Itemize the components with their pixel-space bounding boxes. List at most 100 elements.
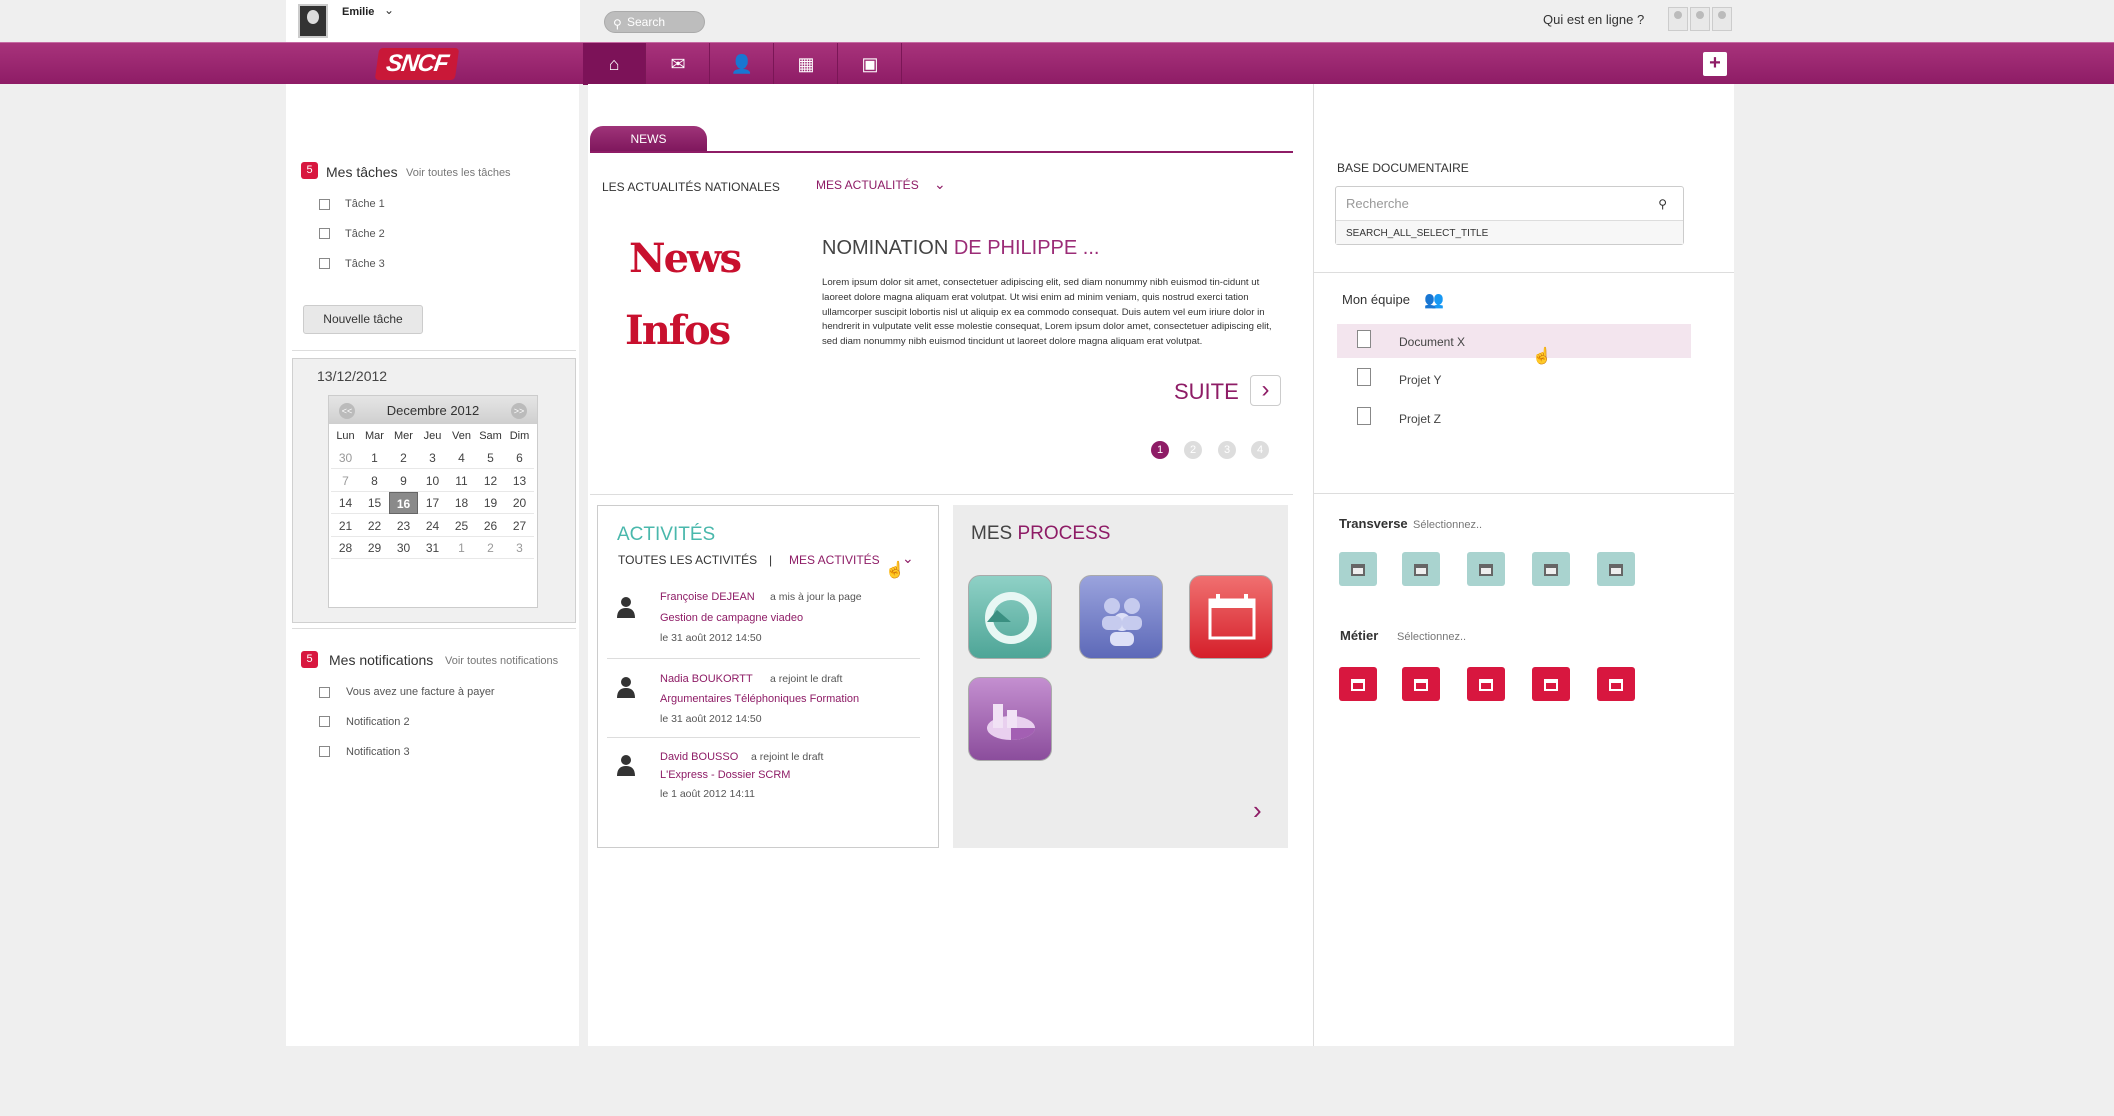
- calendar-day[interactable]: 21: [331, 515, 360, 537]
- calendar-day[interactable]: 16: [389, 492, 418, 515]
- team-item[interactable]: Document X: [1337, 324, 1691, 358]
- nav-calendar[interactable]: ▦: [775, 43, 838, 85]
- calendar-day[interactable]: 29: [360, 537, 389, 560]
- notification-checkbox[interactable]: [319, 687, 330, 698]
- activity-link[interactable]: L'Express - Dossier SCRM: [660, 769, 790, 781]
- metier-app-button[interactable]: [1597, 667, 1635, 701]
- calendar-day[interactable]: 31: [418, 537, 447, 560]
- notification-checkbox[interactable]: [319, 716, 330, 727]
- pager-dot[interactable]: 4: [1251, 441, 1269, 459]
- calendar-day[interactable]: 17: [418, 492, 447, 515]
- activity-link[interactable]: Argumentaires Téléphoniques Formation: [660, 693, 859, 705]
- task-checkbox[interactable]: [319, 258, 330, 269]
- task-checkbox[interactable]: [319, 228, 330, 239]
- chevron-right-icon[interactable]: ›: [1253, 795, 1262, 826]
- add-button[interactable]: +: [1703, 52, 1727, 76]
- calendar-day[interactable]: 2: [389, 447, 418, 469]
- calendar-day[interactable]: 25: [447, 515, 476, 537]
- news-title[interactable]: NOMINATION DE PHILIPPE ...: [822, 237, 1099, 260]
- nav-home[interactable]: ⌂: [583, 43, 646, 85]
- calendar-day[interactable]: 1: [447, 537, 476, 560]
- chevron-down-icon[interactable]: ⌄: [384, 3, 394, 17]
- transverse-app-button[interactable]: [1467, 552, 1505, 586]
- team-item[interactable]: Projet Y: [1337, 362, 1691, 396]
- calendar-day[interactable]: 28: [331, 537, 360, 560]
- online-user-avatar[interactable]: [1712, 7, 1732, 31]
- calendar-day[interactable]: 3: [505, 537, 534, 560]
- chart-process-icon[interactable]: [968, 677, 1052, 761]
- calendar-day[interactable]: 14: [331, 492, 360, 515]
- notification-checkbox[interactable]: [319, 746, 330, 757]
- nav-chat[interactable]: ▣: [839, 43, 902, 85]
- calendar-day[interactable]: 7: [331, 470, 360, 492]
- metier-app-button[interactable]: [1532, 667, 1570, 701]
- calendar-day[interactable]: 6: [505, 447, 534, 469]
- tab-my-activities[interactable]: MES ACTIVITÉS: [789, 553, 880, 567]
- next-month-button[interactable]: >>: [511, 403, 527, 419]
- search-input[interactable]: ⚲ Search: [604, 11, 705, 33]
- search-scope-select[interactable]: SEARCH_ALL_SELECT_TITLE: [1336, 220, 1683, 244]
- group-process-icon[interactable]: [1079, 575, 1163, 659]
- pager-dot[interactable]: 3: [1218, 441, 1236, 459]
- document-search-input[interactable]: Recherche: [1346, 196, 1409, 211]
- calendar-day[interactable]: 23: [389, 515, 418, 537]
- user-menu[interactable]: Emilie ⌄: [286, 0, 580, 42]
- all-tasks-link[interactable]: Voir toutes les tâches: [406, 167, 511, 179]
- calendar-day[interactable]: 24: [418, 515, 447, 537]
- chevron-right-icon[interactable]: ›: [1250, 375, 1281, 406]
- chevron-down-icon[interactable]: ⌄: [934, 176, 946, 193]
- transverse-app-button[interactable]: [1339, 552, 1377, 586]
- calendar-day[interactable]: 8: [360, 470, 389, 492]
- refresh-process-icon[interactable]: [968, 575, 1052, 659]
- calendar-day[interactable]: 13: [505, 470, 534, 492]
- calendar-day[interactable]: 20: [505, 492, 534, 515]
- calendar-process-icon[interactable]: [1189, 575, 1273, 659]
- calendar-day[interactable]: 19: [476, 492, 505, 515]
- calendar-day[interactable]: 1: [360, 447, 389, 469]
- transverse-app-button[interactable]: [1597, 552, 1635, 586]
- calendar-day[interactable]: 18: [447, 492, 476, 515]
- tab-news[interactable]: NEWS: [590, 126, 707, 152]
- tab-my-news[interactable]: MES ACTUALITÉS: [816, 178, 919, 192]
- calendar-day[interactable]: 2: [476, 537, 505, 560]
- online-user-avatar[interactable]: [1690, 7, 1710, 31]
- tab-all-activities[interactable]: TOUTES LES ACTIVITÉS: [618, 553, 757, 567]
- calendar-day[interactable]: 10: [418, 470, 447, 492]
- activity-link[interactable]: Gestion de campagne viadeo: [660, 612, 803, 624]
- calendar-day[interactable]: 30: [389, 537, 418, 560]
- calendar-day[interactable]: 5: [476, 447, 505, 469]
- team-item[interactable]: Projet Z: [1337, 401, 1691, 435]
- read-more-link[interactable]: SUITE: [1174, 379, 1239, 405]
- new-task-button[interactable]: Nouvelle tâche: [303, 305, 423, 334]
- metier-app-button[interactable]: [1339, 667, 1377, 701]
- calendar-day[interactable]: 27: [505, 515, 534, 537]
- pager-dot[interactable]: 1: [1151, 441, 1169, 459]
- activity-user[interactable]: David BOUSSO: [660, 751, 738, 763]
- calendar-day[interactable]: 3: [418, 447, 447, 469]
- transverse-app-button[interactable]: [1402, 552, 1440, 586]
- online-user-avatar[interactable]: [1668, 7, 1688, 31]
- who-is-online-label[interactable]: Qui est en ligne ?: [1543, 12, 1644, 27]
- calendar-day[interactable]: 30: [331, 447, 360, 469]
- tab-national-news[interactable]: LES ACTUALITÉS NATIONALES: [602, 180, 780, 194]
- nav-contacts[interactable]: 👤: [711, 43, 774, 85]
- activity-user[interactable]: Françoise DEJEAN: [660, 591, 755, 603]
- sncf-logo[interactable]: SNCF: [374, 48, 460, 80]
- metier-app-button[interactable]: [1467, 667, 1505, 701]
- calendar-day[interactable]: 4: [447, 447, 476, 469]
- transverse-select[interactable]: Sélectionnez..: [1413, 519, 1482, 531]
- calendar-day[interactable]: 22: [360, 515, 389, 537]
- search-icon[interactable]: ⚲: [1658, 197, 1667, 211]
- all-notifications-link[interactable]: Voir toutes notifications: [445, 655, 558, 667]
- calendar-day[interactable]: 15: [360, 492, 389, 515]
- calendar-day[interactable]: 26: [476, 515, 505, 537]
- activity-user[interactable]: Nadia BOUKORTT: [660, 673, 753, 685]
- calendar-day[interactable]: 9: [389, 470, 418, 492]
- calendar-day[interactable]: 12: [476, 470, 505, 492]
- pager-dot[interactable]: 2: [1184, 441, 1202, 459]
- calendar-day[interactable]: 11: [447, 470, 476, 492]
- task-checkbox[interactable]: [319, 199, 330, 210]
- nav-mail[interactable]: ✉: [647, 43, 710, 85]
- metier-select[interactable]: Sélectionnez..: [1397, 631, 1466, 643]
- transverse-app-button[interactable]: [1532, 552, 1570, 586]
